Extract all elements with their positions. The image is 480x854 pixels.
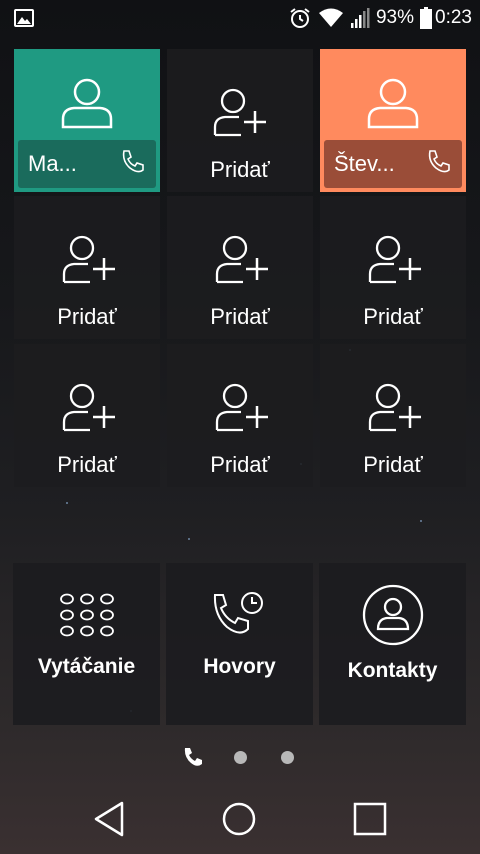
status-bar: 93% 0:23 xyxy=(0,0,480,36)
battery-icon xyxy=(420,7,433,29)
speed-dial-contact-1[interactable]: Ma... xyxy=(14,49,160,192)
clock-time: 0:23 xyxy=(435,7,472,28)
dialpad-icon xyxy=(59,593,115,642)
alarm-icon xyxy=(288,6,312,30)
speed-dial-add-3[interactable]: Pridať xyxy=(167,196,313,339)
signal-icon xyxy=(350,7,370,29)
add-person-icon xyxy=(368,234,424,291)
dialer-label: Vytáčanie xyxy=(37,655,136,678)
calls-button[interactable]: Hovory xyxy=(166,563,313,725)
add-label: Pridať xyxy=(210,304,270,329)
dialer-button[interactable]: Vytáčanie xyxy=(13,563,160,725)
contact-name: Ma... xyxy=(28,151,77,176)
page-dot[interactable] xyxy=(281,751,294,764)
image-icon xyxy=(14,9,34,32)
wifi-icon xyxy=(318,7,344,29)
call-history-icon xyxy=(210,591,266,648)
speed-dial-add-2[interactable]: Pridať xyxy=(14,196,160,339)
add-label: Pridať xyxy=(363,304,423,329)
back-icon[interactable] xyxy=(92,800,126,843)
contact-name-bar: Ma... xyxy=(18,140,156,188)
speed-dial-add-7[interactable]: Pridať xyxy=(320,344,466,487)
add-person-icon xyxy=(62,234,118,291)
phone-icon[interactable] xyxy=(424,148,452,181)
add-person-icon xyxy=(368,382,424,439)
contacts-button[interactable]: Kontakty xyxy=(319,563,466,725)
contacts-label: Kontakty xyxy=(347,659,438,682)
speed-dial-contact-2[interactable]: Štev... xyxy=(320,49,466,192)
add-label: Pridať xyxy=(363,452,423,477)
add-person-icon xyxy=(62,382,118,439)
contacts-icon xyxy=(361,583,425,652)
home-icon[interactable] xyxy=(221,800,257,843)
navigation-bar xyxy=(0,790,480,854)
add-label: Pridať xyxy=(210,452,270,477)
person-icon xyxy=(366,75,420,134)
contact-name-bar: Štev... xyxy=(324,140,462,188)
add-label: Pridať xyxy=(57,452,117,477)
add-person-icon xyxy=(215,382,271,439)
add-label: Pridať xyxy=(210,157,270,182)
phone-page-icon[interactable] xyxy=(182,746,204,773)
add-person-icon xyxy=(215,234,271,291)
page-dot[interactable] xyxy=(234,751,247,764)
contact-name: Štev... xyxy=(334,151,395,176)
speed-dial-add-4[interactable]: Pridať xyxy=(320,196,466,339)
add-label: Pridať xyxy=(57,304,117,329)
battery-percent: 93% xyxy=(375,7,415,28)
calls-label: Hovory xyxy=(203,655,276,678)
person-icon xyxy=(60,75,114,134)
speed-dial-add-1[interactable]: Pridať xyxy=(167,49,313,192)
phone-icon[interactable] xyxy=(118,148,146,181)
speed-dial-add-5[interactable]: Pridať xyxy=(14,344,160,487)
add-person-icon xyxy=(213,87,269,144)
recents-icon[interactable] xyxy=(353,800,387,843)
page-indicator xyxy=(0,744,480,774)
speed-dial-add-6[interactable]: Pridať xyxy=(167,344,313,487)
